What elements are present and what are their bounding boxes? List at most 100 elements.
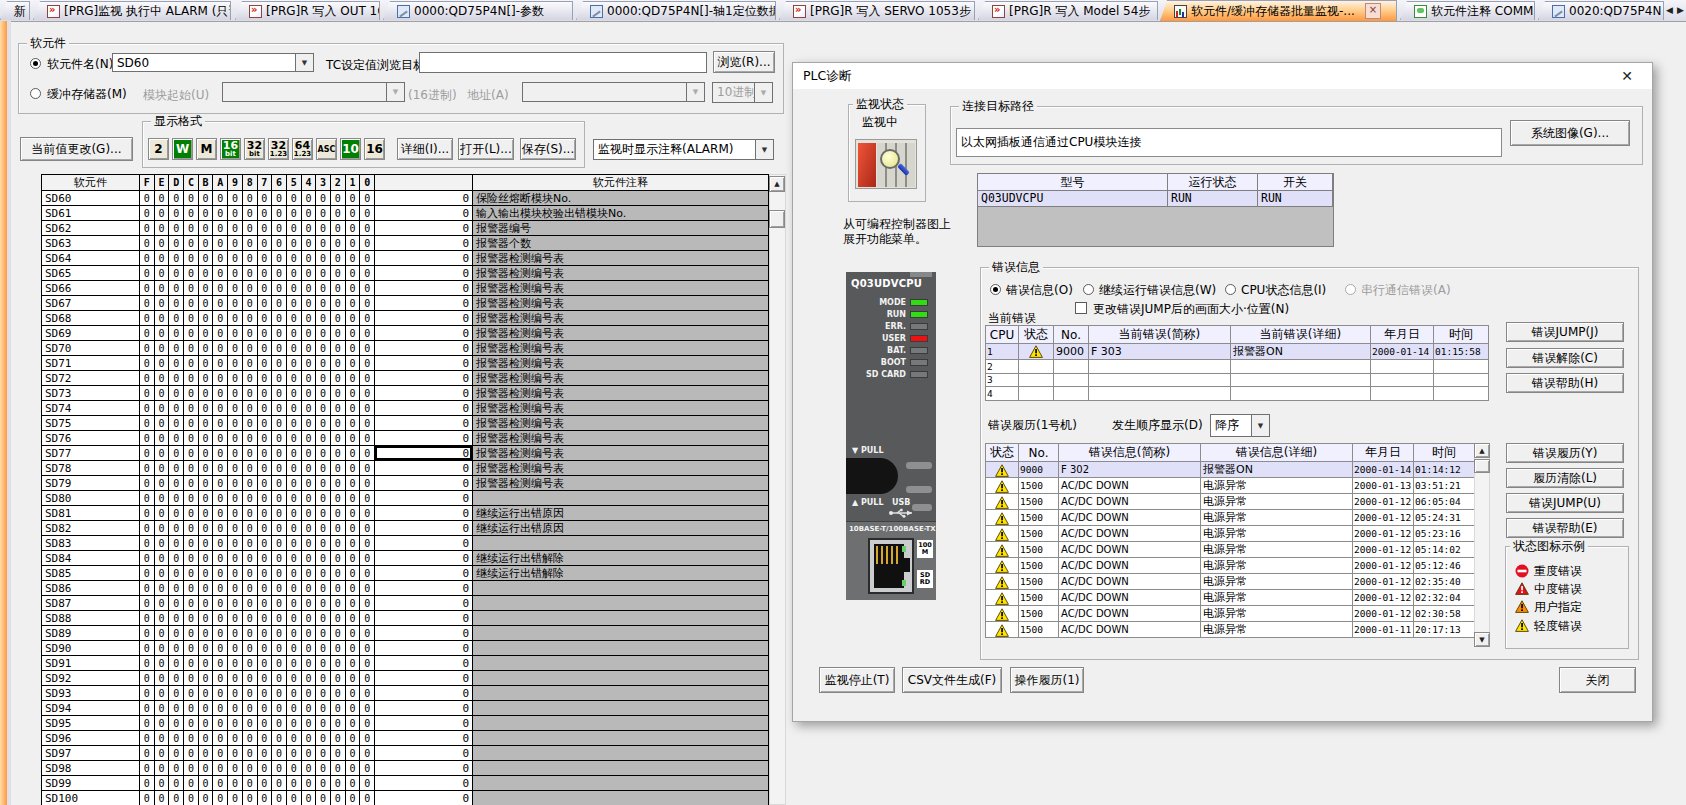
close-icon[interactable]: ✕ — [1618, 67, 1636, 85]
scrollbar-down-icon[interactable]: ▼ — [1474, 632, 1490, 647]
device-row-SD75[interactable]: SD7500000000000000000报警器检测编号表 — [42, 416, 769, 431]
serial-comm-error-radio-label[interactable]: 串行通信错误(A) — [1361, 282, 1451, 299]
format-button-64-1.23[interactable]: 641.23 — [292, 138, 313, 160]
device-row-SD76[interactable]: SD7600000000000000000报警器检测编号表 — [42, 431, 769, 446]
device-row-SD95[interactable]: SD9500000000000000000 — [42, 716, 769, 731]
device-row-SD72[interactable]: SD7200000000000000000报警器检测编号表 — [42, 371, 769, 386]
history-row[interactable]: 1500AC/DC DOWN电源异常2000-01-1206:05:04 — [986, 494, 1475, 510]
device-row-SD65[interactable]: SD6500000000000000000报警器检测编号表 — [42, 266, 769, 281]
tab-1[interactable]: [PRG]监视 执行中 ALARM (只读... — [33, 1, 231, 20]
format-button-w[interactable]: W — [172, 138, 193, 160]
device-row-SD92[interactable]: SD9200000000000000000 — [42, 671, 769, 686]
error-jump-button[interactable]: 错误JUMP(J) — [1506, 322, 1624, 342]
device-row-SD71[interactable]: SD7100000000000000000报警器检测编号表 — [42, 356, 769, 371]
device-table-scrollbar[interactable] — [769, 174, 786, 805]
dialog-titlebar[interactable]: PLC诊断 ✕ — [793, 63, 1652, 89]
tab-2[interactable]: [PRG]R 写入 OUT 166步 — [235, 1, 380, 20]
history-row[interactable]: 1500AC/DC DOWN电源异常2000-01-1205:23:16 — [986, 526, 1475, 542]
device-name-combo[interactable]: SD60 ▼ — [112, 53, 314, 72]
format-button-2[interactable]: 2 — [148, 138, 169, 160]
device-row-SD85[interactable]: SD8500000000000000000继续运行出错解除 — [42, 566, 769, 581]
device-row-SD96[interactable]: SD9600000000000000000 — [42, 731, 769, 746]
device-row-SD100[interactable]: SD10000000000000000000 — [42, 791, 769, 805]
tab-close-icon[interactable]: × — [1365, 3, 1381, 19]
device-row-SD84[interactable]: SD8400000000000000000继续运行出错解除 — [42, 551, 769, 566]
error-help2-button[interactable]: 错误帮助(E) — [1506, 518, 1624, 538]
tc-target-input[interactable] — [419, 52, 707, 73]
comment-display-combo[interactable]: 监视时显示注释(ALARM) ▼ — [593, 139, 774, 160]
order-combo[interactable]: 降序 ▼ — [1210, 414, 1270, 437]
device-row-SD64[interactable]: SD6400000000000000000报警器检测编号表 — [42, 251, 769, 266]
error-clear-button[interactable]: 错误解除(C) — [1506, 348, 1624, 368]
history-row[interactable]: 1500AC/DC DOWN电源异常2000-01-1205:14:02 — [986, 542, 1475, 558]
device-row-SD79[interactable]: SD7900000000000000000报警器检测编号表 — [42, 476, 769, 491]
current-error-row[interactable]: 4 — [986, 387, 1489, 401]
history-row[interactable]: 1500AC/DC DOWN电源异常2000-01-1205:12:46 — [986, 558, 1475, 574]
device-row-SD89[interactable]: SD8900000000000000000 — [42, 626, 769, 641]
format-button-32-bit[interactable]: 32bit — [244, 138, 265, 160]
error-jump2-button[interactable]: 错误JUMP(U) — [1506, 493, 1624, 513]
device-row-SD88[interactable]: SD8800000000000000000 — [42, 611, 769, 626]
device-row-SD69[interactable]: SD6900000000000000000报警器检测编号表 — [42, 326, 769, 341]
history-row[interactable]: 1500AC/DC DOWN电源异常2000-01-1202:32:04 — [986, 590, 1475, 606]
open-button[interactable]: 打开(L)... — [458, 138, 514, 160]
change-current-value-button[interactable]: 当前值更改(G)... — [20, 137, 133, 161]
error-info-radio[interactable] — [990, 284, 1001, 295]
format-button-32-1.23[interactable]: 321.23 — [268, 138, 289, 160]
format-button-10[interactable]: 10 — [340, 138, 361, 160]
history-row[interactable]: 1500AC/DC DOWN电源异常2000-01-1120:17:13 — [986, 622, 1475, 638]
device-name-radio-label[interactable]: 软元件名(N) — [47, 56, 113, 73]
tab-8[interactable]: 软元件注释 COMMENT — [1400, 1, 1535, 20]
history-clear-button[interactable]: 履历清除(L) — [1506, 468, 1624, 488]
error-history-button[interactable]: 错误履历(Y) — [1506, 443, 1624, 463]
history-row[interactable]: 1500AC/DC DOWN电源异常2000-01-1202:35:40 — [986, 574, 1475, 590]
system-image-button[interactable]: 系统图像(G)... — [1510, 120, 1630, 146]
tab-3[interactable]: 0000:QD75P4N[]-参数 — [383, 1, 573, 20]
chevron-down-icon[interactable]: ▼ — [295, 54, 313, 71]
device-name-radio[interactable] — [30, 58, 41, 69]
scrollbar-up-icon[interactable]: ▲ — [769, 176, 785, 192]
stop-monitor-button[interactable]: 监视停止(T) — [819, 667, 895, 693]
module-start-combo[interactable]: ▼ — [222, 82, 405, 102]
continue-run-error-radio[interactable] — [1083, 284, 1094, 295]
device-row-SD93[interactable]: SD9300000000000000000 — [42, 686, 769, 701]
device-row-SD61[interactable]: SD6100000000000000000输入输出模块校验出错模块No. — [42, 206, 769, 221]
dialog-close-button[interactable]: 关闭 — [1559, 667, 1636, 693]
device-row-SD99[interactable]: SD9900000000000000000 — [42, 776, 769, 791]
scrollbar-up-icon[interactable]: ▲ — [1474, 443, 1490, 458]
buffer-memory-radio[interactable] — [30, 88, 41, 99]
history-row[interactable]: 1500AC/DC DOWN电源异常2000-01-1303:51:21 — [986, 478, 1475, 494]
tab-scroll-right-icon[interactable]: ▶ — [1677, 5, 1684, 15]
cpu-status-radio[interactable] — [1225, 284, 1236, 295]
device-row-SD97[interactable]: SD9700000000000000000 — [42, 746, 769, 761]
jump-resize-checkbox-label[interactable]: 更改错误JUMP后的画面大小·位置(N) — [1093, 301, 1289, 318]
tab-scroll-left-icon[interactable]: ◀ — [1666, 5, 1673, 15]
cpu-module-graphic[interactable]: Q03UDVCPU MODERUNERR.USERBAT.BOOTSD CARD… — [846, 272, 936, 600]
format-button-16[interactable]: 16 — [364, 138, 385, 160]
current-error-row[interactable]: 3 — [986, 373, 1489, 387]
current-error-row[interactable]: 2 — [986, 360, 1489, 374]
device-row-SD63[interactable]: SD6300000000000000000报警器个数 — [42, 236, 769, 251]
tab-7[interactable]: 软元件/缓冲存储器批量监视-...× — [1160, 0, 1397, 21]
history-row[interactable]: 1500AC/DC DOWN电源异常2000-01-1205:24:31 — [986, 510, 1475, 526]
format-button-asc[interactable]: ASC — [316, 138, 337, 160]
format-button-16-bit[interactable]: 16bit — [220, 138, 241, 160]
save-button[interactable]: 保存(S)... — [520, 138, 576, 160]
device-row-SD86[interactable]: SD8600000000000000000 — [42, 581, 769, 596]
device-row-SD90[interactable]: SD9000000000000000000 — [42, 641, 769, 656]
chevron-down-icon[interactable]: ▼ — [1251, 415, 1269, 436]
device-row-SD78[interactable]: SD7800000000000000000报警器检测编号表 — [42, 461, 769, 476]
jump-resize-checkbox[interactable] — [1075, 302, 1087, 314]
device-row-SD87[interactable]: SD8700000000000000000 — [42, 596, 769, 611]
device-row-SD73[interactable]: SD7300000000000000000报警器检测编号表 — [42, 386, 769, 401]
cpu-state-row[interactable]: Q03UDVCPURUNRUN — [978, 191, 1333, 207]
device-row-SD66[interactable]: SD6600000000000000000报警器检测编号表 — [42, 281, 769, 296]
scrollbar-thumb[interactable] — [769, 210, 785, 228]
tab-4[interactable]: 0000:QD75P4N[]-轴1定位数据 — [576, 1, 776, 20]
buffer-memory-radio-label[interactable]: 缓冲存储器(M) — [47, 86, 127, 103]
device-row-SD74[interactable]: SD7400000000000000000报警器检测编号表 — [42, 401, 769, 416]
device-row-SD60[interactable]: SD6000000000000000000保险丝熔断模块No. — [42, 191, 769, 206]
base-combo[interactable]: 10进制 ▼ — [712, 82, 773, 103]
tab-9[interactable]: 0020:QD75P4N — [1538, 1, 1664, 20]
csv-generate-button[interactable]: CSV文件生成(F) — [902, 667, 1002, 693]
